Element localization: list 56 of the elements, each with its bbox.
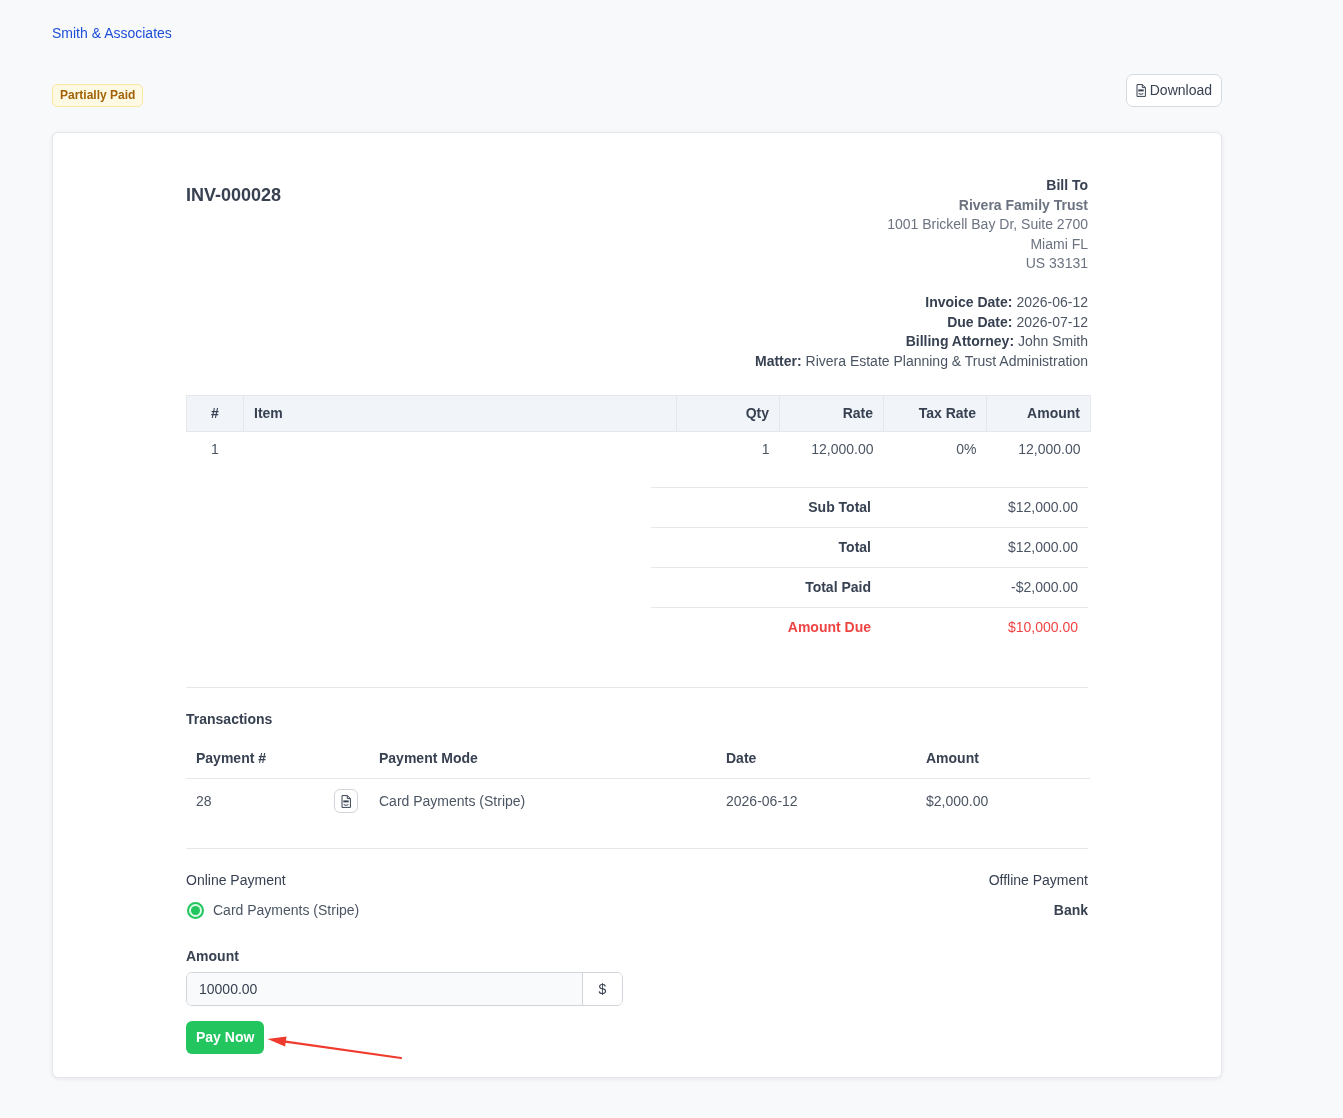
document-button[interactable] [334,789,358,813]
document-icon [1135,84,1146,97]
table-cell: 2026-06-12 [716,778,916,823]
address-line: Miami FL [1029,234,1088,254]
table-cell: 12,000.00 [986,431,1091,467]
total-value: $12,000.00 [881,527,1088,568]
client-name: Rivera Family Trust [957,195,1088,215]
address-line: US 33131 [1024,254,1088,273]
total-label: Sub Total [651,487,881,528]
column-header: Tax Rate [883,395,987,432]
radio-label[interactable]: Card Payments (Stripe) [213,900,360,920]
table-cell: 0% [883,431,987,467]
table-cell: $2,000.00 [916,778,1090,823]
total-label: Total Paid [651,567,881,608]
download-button[interactable]: Download [1125,74,1222,107]
field-label: Amount [186,947,240,966]
address-line: 1001 Brickell Bay Dr, Suite 2700 [886,215,1088,234]
amount-field[interactable]: 10000.00 $ [186,972,623,1006]
column-header: Date [716,739,916,779]
detail-label: Due Date: [947,313,1013,330]
document-icon [341,794,351,808]
detail-label: Invoice Date: [925,294,1013,310]
total-value: $10,000.00 [881,607,1088,647]
column-header: Payment # [186,739,324,779]
total-label: Total [651,527,881,568]
column-header: Payment Mode [369,739,716,779]
detail-label: Matter: [754,352,802,369]
radio-button[interactable] [187,901,204,919]
column-header: Amount [916,739,1090,779]
detail-value: 2026-06-12 [1016,294,1088,310]
table-cell: 28 [186,778,324,823]
section-heading: Offline Payment [988,871,1088,890]
detail-value: 2026-07-12 [1016,313,1088,330]
column-header: Amount [986,395,1091,432]
payment-method: Bank [1052,901,1088,920]
bill-to-heading: Bill To [1045,176,1088,195]
table-cell: 12,000.00 [779,431,884,467]
total-value: $12,000.00 [881,487,1088,528]
total-value: -$2,000.00 [881,567,1088,608]
total-label: Amount Due [651,607,881,647]
table-cell: 1 [676,431,780,467]
status-badge: Partially Paid [52,84,144,107]
section-heading: Online Payment [186,871,287,890]
currency-addon: $ [582,973,622,1005]
column-header: Item [243,395,677,432]
column-header: # [186,395,244,432]
invoice-number: INV-000028 [186,184,282,206]
detail-label: Billing Attorney: [905,333,1015,349]
table-cell: 1 [186,431,244,467]
detail-value: Rivera Estate Planning & Trust Administration [805,352,1088,369]
section-title: Transactions [186,710,274,729]
detail-value: John Smith [1017,333,1088,349]
column-header: Qty [676,395,780,432]
column-header: Rate [779,395,884,432]
brand-link[interactable]: Smith & Associates [52,23,172,43]
table-cell: Card Payments (Stripe) [369,778,716,823]
